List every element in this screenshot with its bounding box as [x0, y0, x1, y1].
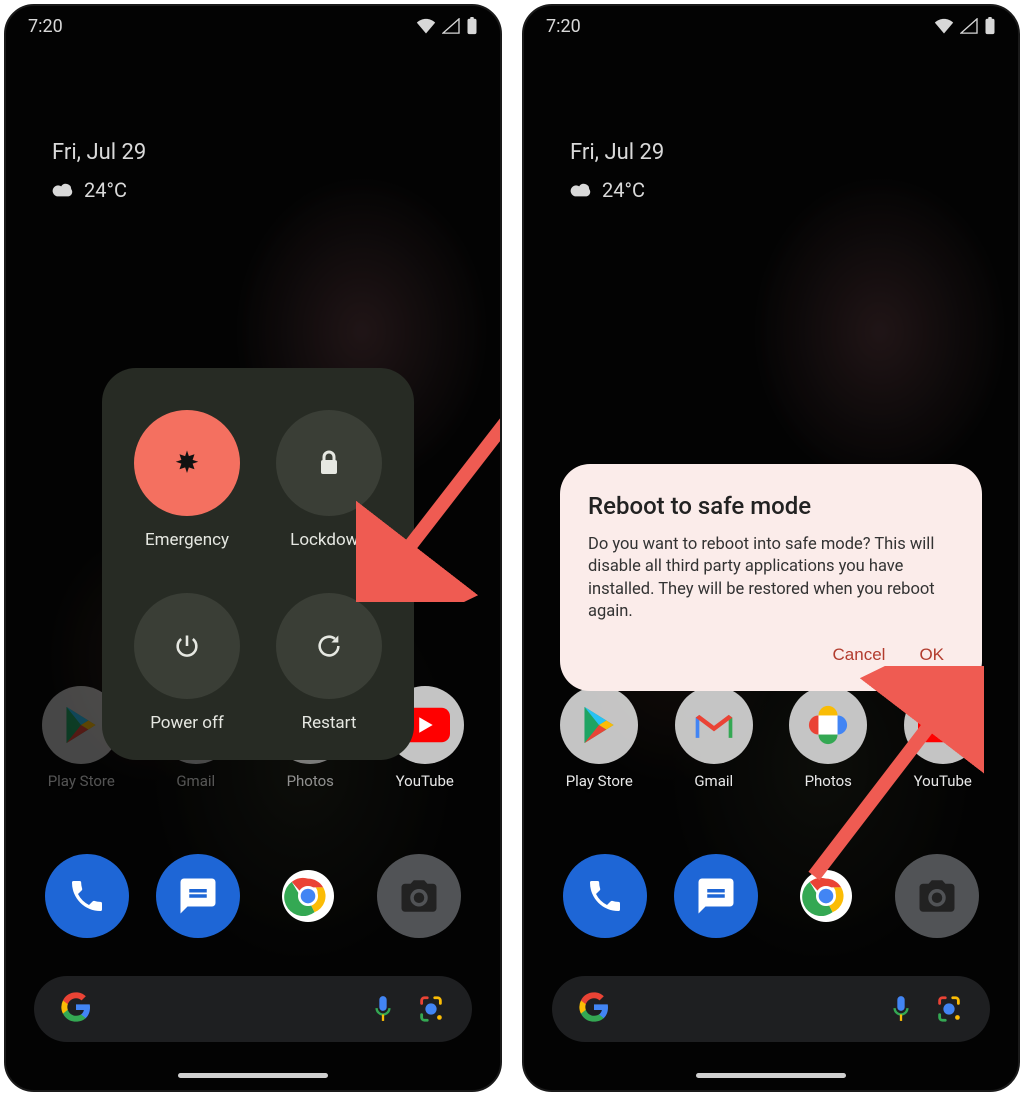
mic-icon[interactable] [372, 994, 394, 1024]
safe-mode-dialog: Reboot to safe mode Do you want to reboo… [560, 464, 982, 691]
dock [6, 854, 500, 938]
app-row: Play Store Gmail Photos YouTube [524, 686, 1018, 790]
wifi-icon [934, 18, 954, 34]
dialog-body: Do you want to reboot into safe mode? Th… [588, 534, 954, 623]
power-menu-restart[interactable]: Restart [262, 575, 396, 750]
app-label: Play Store [566, 772, 633, 790]
lock-icon [276, 410, 382, 516]
youtube-icon [904, 686, 982, 764]
dialog-actions: Cancel OK [588, 623, 954, 675]
lens-icon[interactable] [416, 994, 446, 1024]
home-date: Fri, Jul 29 [52, 140, 146, 165]
dock-phone[interactable] [563, 854, 647, 938]
emergency-icon [134, 410, 240, 516]
power-menu-emergency[interactable]: Emergency [120, 392, 254, 567]
power-menu-label: Restart [302, 713, 357, 733]
phone-icon [67, 876, 107, 916]
dock-chrome[interactable] [266, 854, 350, 938]
play-store-icon [560, 686, 638, 764]
dialog-title: Reboot to safe mode [588, 492, 954, 520]
dock-camera[interactable] [377, 854, 461, 938]
status-time: 7:20 [546, 16, 581, 37]
search-bar[interactable] [552, 976, 990, 1042]
status-bar: 7:20 [524, 6, 1018, 46]
gmail-icon [675, 686, 753, 764]
chrome-icon [800, 870, 852, 922]
dock-chrome[interactable] [784, 854, 868, 938]
power-menu: Emergency Lockdown Power off Restart [102, 368, 414, 760]
app-label: Play Store [48, 772, 115, 790]
google-g-icon [60, 991, 92, 1027]
phone-screenshot-right: 7:20 Fri, Jul 29 24°C Play Store Gmail [522, 4, 1020, 1092]
app-youtube[interactable]: YouTube [891, 686, 995, 790]
app-label: YouTube [914, 772, 972, 790]
phone-icon [585, 876, 625, 916]
dock-phone[interactable] [45, 854, 129, 938]
wifi-icon [416, 18, 436, 34]
home-weather: 24°C [570, 178, 645, 202]
status-bar: 7:20 [6, 6, 500, 46]
app-photos[interactable]: Photos [776, 686, 880, 790]
nav-gesture-pill[interactable] [178, 1073, 328, 1078]
messages-icon [177, 875, 219, 917]
home-date: Fri, Jul 29 [570, 140, 664, 165]
app-label: Gmail [176, 772, 215, 790]
battery-icon [984, 17, 996, 35]
dock-messages[interactable] [674, 854, 758, 938]
photos-icon [789, 686, 867, 764]
power-menu-label: Emergency [145, 530, 229, 550]
signal-icon [442, 18, 460, 34]
home-weather: 24°C [52, 178, 127, 202]
dock-camera[interactable] [895, 854, 979, 938]
status-right [416, 17, 478, 35]
app-label: Photos [287, 772, 334, 790]
cancel-button[interactable]: Cancel [833, 645, 886, 665]
power-menu-label: Lockdown [290, 530, 368, 550]
camera-icon [398, 875, 440, 917]
power-menu-power-off[interactable]: Power off [120, 575, 254, 750]
messages-icon [695, 875, 737, 917]
home-temperature: 24°C [84, 178, 127, 202]
dock [524, 854, 1018, 938]
app-label: Gmail [694, 772, 733, 790]
phone-screenshot-left: 7:20 Fri, Jul 29 24°C Play Store Gmail [4, 4, 502, 1092]
mic-icon[interactable] [890, 994, 912, 1024]
app-gmail[interactable]: Gmail [662, 686, 766, 790]
google-g-icon [578, 991, 610, 1027]
cloud-icon [52, 182, 74, 198]
search-bar[interactable] [34, 976, 472, 1042]
power-menu-label: Power off [150, 713, 224, 733]
status-time: 7:20 [28, 16, 63, 37]
power-icon [134, 593, 240, 699]
camera-icon [916, 875, 958, 917]
restart-icon [276, 593, 382, 699]
ok-button[interactable]: OK [919, 645, 944, 665]
app-play-store[interactable]: Play Store [547, 686, 651, 790]
battery-icon [466, 17, 478, 35]
app-label: YouTube [396, 772, 454, 790]
dock-messages[interactable] [156, 854, 240, 938]
home-temperature: 24°C [602, 178, 645, 202]
power-menu-lockdown[interactable]: Lockdown [262, 392, 396, 567]
signal-icon [960, 18, 978, 34]
chrome-icon [282, 870, 334, 922]
lens-icon[interactable] [934, 994, 964, 1024]
status-right [934, 17, 996, 35]
cloud-icon [570, 182, 592, 198]
app-label: Photos [805, 772, 852, 790]
nav-gesture-pill[interactable] [696, 1073, 846, 1078]
